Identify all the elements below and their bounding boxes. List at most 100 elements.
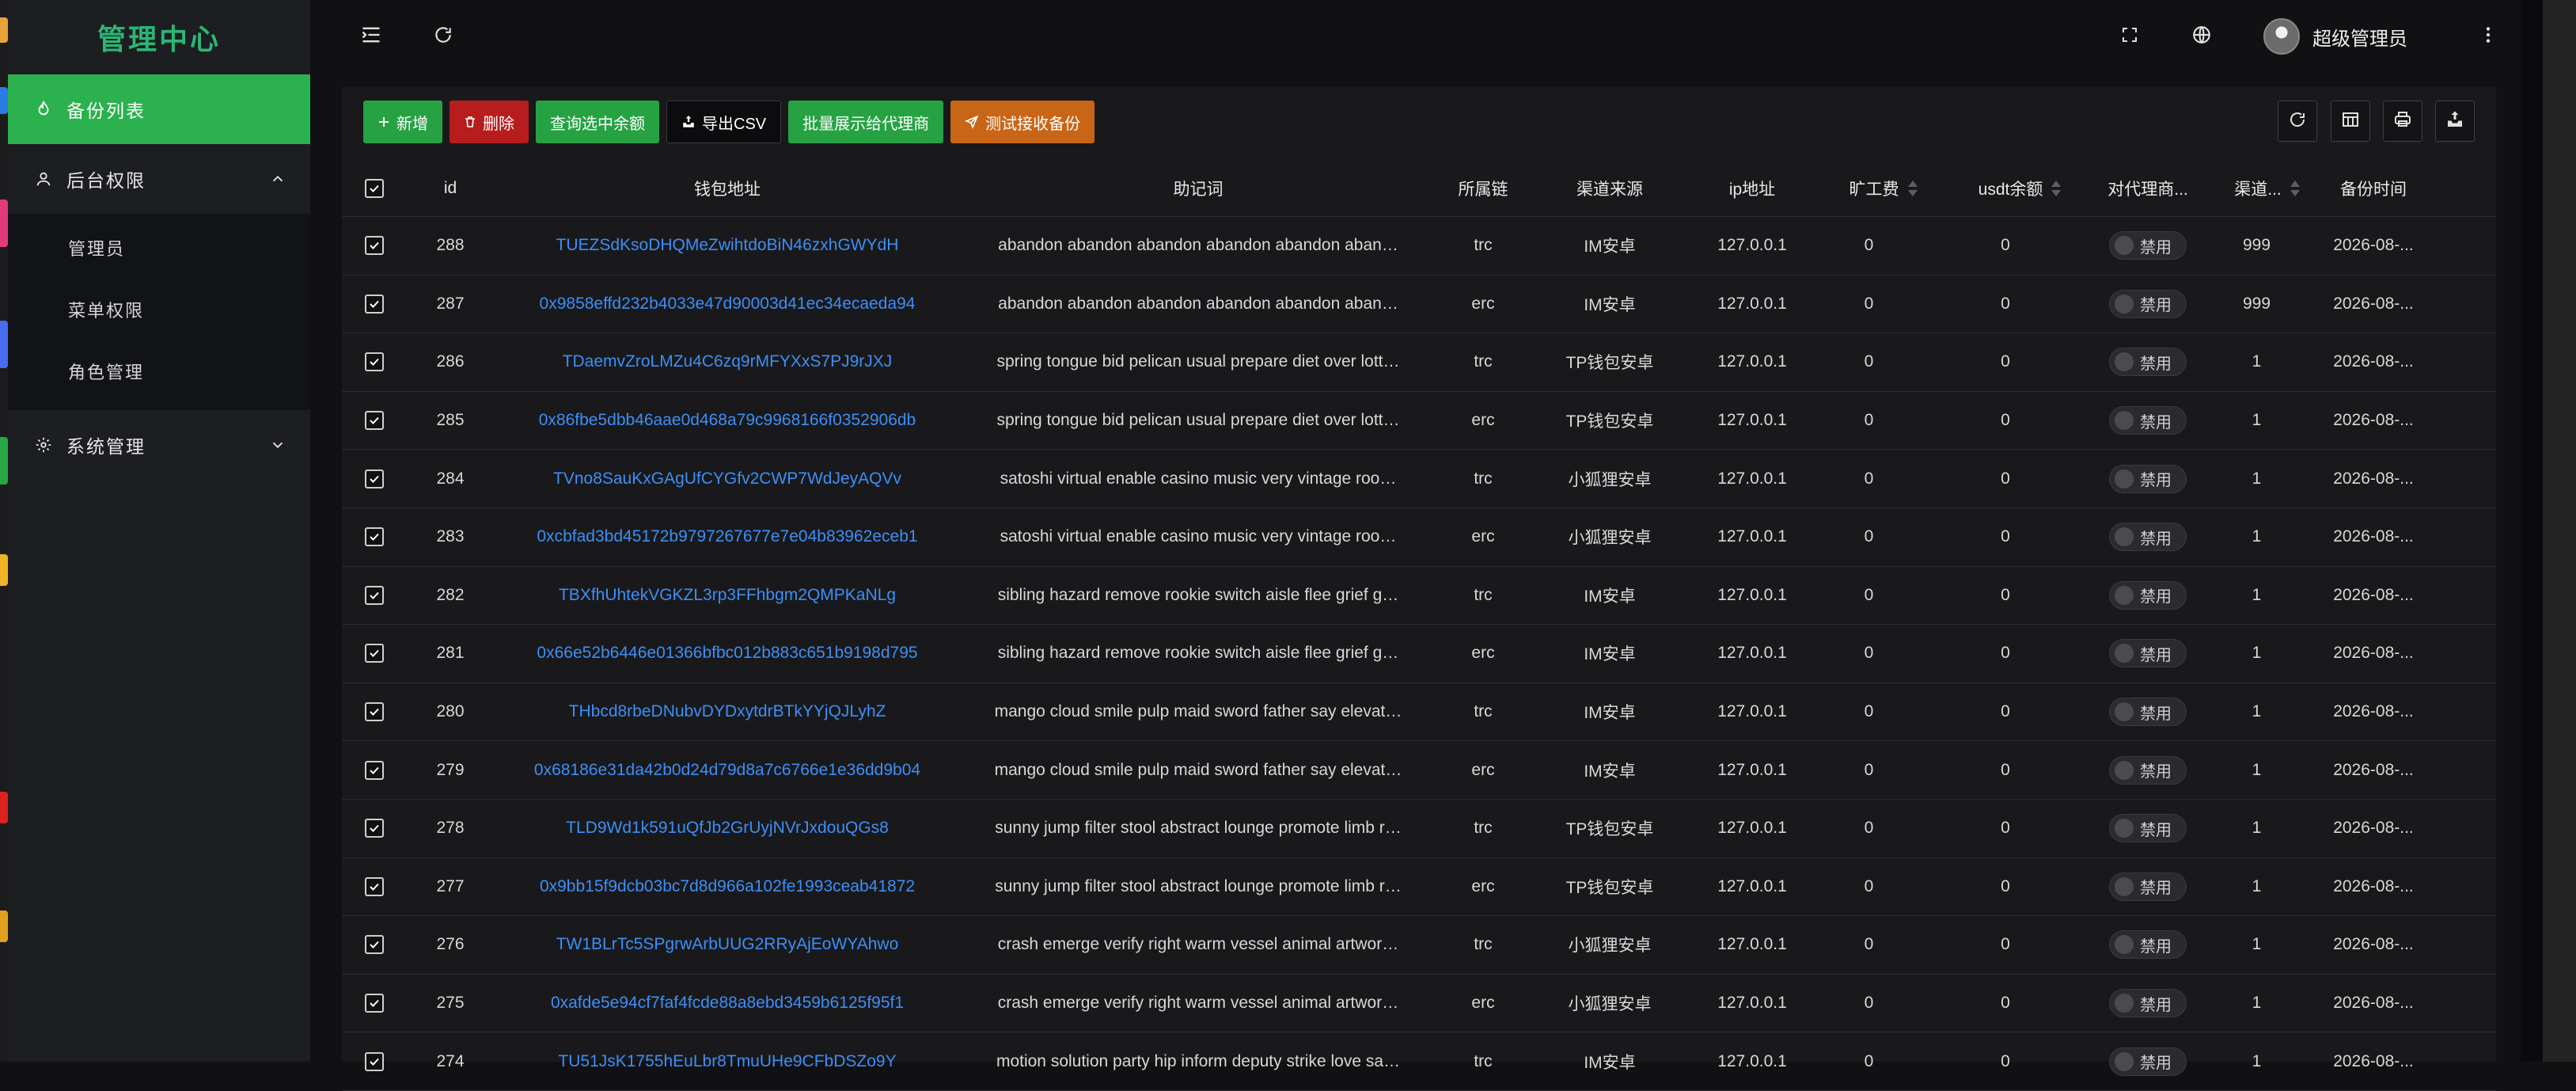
minimap-scrollbar[interactable] [2543, 0, 2576, 1062]
table-row[interactable]: 285 0x86fbe5dbb46aae0d468a79c9968166f035… [342, 392, 2496, 450]
table-refresh-button[interactable] [2278, 101, 2317, 142]
table-row[interactable]: 282 TBXfhUhtekVGKZL3rp3FFhbgm2QMPKaNLg s… [342, 567, 2496, 625]
row-checkbox[interactable] [365, 876, 384, 896]
sort-icon[interactable] [2051, 179, 2062, 198]
cell-source: IM安卓 [1584, 762, 1636, 781]
username[interactable]: 超级管理员 [2312, 23, 2407, 51]
globe-icon[interactable] [2188, 21, 2215, 48]
agent-display-toggle[interactable]: 禁用 [2109, 698, 2187, 727]
table-row[interactable]: 278 TLD9Wd1k591uQfJb2GrUyjNVrJxdouQGs8 s… [342, 800, 2496, 858]
cell-wallet-address[interactable]: 0x9858effd232b4033e47d90003d41ec34ecaeda… [494, 276, 961, 333]
sidebar-item-system-management[interactable]: 系统管理 [8, 410, 310, 480]
columns-button[interactable] [2331, 101, 2370, 142]
column-header-fee[interactable]: 旷工费 [1815, 160, 1950, 216]
cell-mnemonic: sunny jump filter stool abstract lounge … [995, 819, 1402, 838]
menu-fold-icon[interactable] [358, 21, 385, 48]
print-button[interactable] [2383, 101, 2422, 142]
cell-wallet-address[interactable]: TDaemvZroLMZu4C6zq9rMFYXxS7PJ9rJXJ [494, 333, 961, 391]
cell-wallet-address[interactable]: TBXfhUhtekVGKZL3rp3FFhbgm2QMPKaNLg [494, 567, 961, 625]
cell-wallet-address[interactable]: TVno8SauKxGAgUfCYGfv2CWP7WdJeyAQVv [494, 450, 961, 507]
agent-display-toggle[interactable]: 禁用 [2109, 231, 2187, 260]
row-checkbox[interactable] [365, 236, 384, 256]
agent-display-toggle[interactable]: 禁用 [2109, 872, 2187, 901]
agent-display-toggle[interactable]: 禁用 [2109, 580, 2187, 610]
cell-wallet-address[interactable]: 0x68186e31da42b0d24d79d8a7c6766e1e36dd9b… [494, 741, 961, 799]
table-row[interactable]: 287 0x9858effd232b4033e47d90003d41ec34ec… [342, 276, 2496, 334]
batch-show-agent-button[interactable]: 批量展示给代理商 [788, 101, 944, 143]
row-checkbox[interactable] [365, 352, 384, 372]
column-header-chain[interactable]: 所属链 [1436, 160, 1531, 216]
row-checkbox[interactable] [365, 819, 384, 838]
test-receive-backup-button[interactable]: 测试接收备份 [950, 101, 1095, 143]
export-csv-button[interactable]: 导出CSV [666, 101, 782, 143]
agent-display-toggle[interactable]: 禁用 [2109, 755, 2187, 785]
table-row[interactable]: 286 TDaemvZroLMZu4C6zq9rMFYXxS7PJ9rJXJ s… [342, 333, 2496, 392]
row-checkbox[interactable] [365, 294, 384, 314]
table-row[interactable]: 281 0x66e52b6446e01366bfbc012b883c651b91… [342, 625, 2496, 683]
export-button[interactable] [2435, 101, 2475, 142]
row-checkbox[interactable] [365, 644, 384, 663]
row-checkbox[interactable] [365, 469, 384, 488]
delete-button[interactable]: 删除 [450, 101, 529, 143]
agent-display-toggle[interactable]: 禁用 [2109, 639, 2187, 668]
sidebar-item-menu-permissions[interactable]: 菜单权限 [8, 279, 310, 340]
agent-display-toggle[interactable]: 禁用 [2109, 814, 2187, 843]
column-header-usdt[interactable]: usdt余额 [1950, 160, 2088, 216]
row-checkbox[interactable] [365, 760, 384, 780]
sidebar-item-backup-list[interactable]: 备份列表 [8, 74, 310, 144]
row-checkbox[interactable] [365, 935, 384, 955]
fullscreen-icon[interactable] [2116, 21, 2143, 48]
column-header-mnemonic[interactable]: 助记词 [961, 160, 1436, 216]
column-header-source[interactable]: 渠道来源 [1531, 160, 1689, 216]
column-header-agent-display[interactable]: 对代理商... [2088, 160, 2207, 216]
agent-display-toggle[interactable]: 禁用 [2109, 523, 2187, 552]
row-checkbox[interactable] [365, 702, 384, 722]
refresh-icon[interactable] [430, 21, 457, 48]
cell-wallet-address[interactable]: 0x66e52b6446e01366bfbc012b883c651b9198d7… [494, 625, 961, 682]
table-row[interactable]: 280 THbcd8rbeDNubvDYDxytdrBTkYYjQJLyhZ m… [342, 683, 2496, 742]
top-header: 超级管理员 [310, 0, 2521, 71]
row-checkbox[interactable] [365, 411, 384, 431]
table-row[interactable]: 288 TUEZSdKsoDHQMeZwihtdoBiN46zxhGWYdH a… [342, 217, 2496, 276]
row-checkbox[interactable] [365, 585, 384, 605]
agent-display-toggle[interactable]: 禁用 [2109, 406, 2187, 435]
row-checkbox[interactable] [365, 994, 384, 1013]
cell-wallet-address[interactable]: 0xcbfad3bd45172b9797267677e7e04b83962ece… [494, 508, 961, 566]
agent-display-toggle[interactable]: 禁用 [2109, 930, 2187, 960]
sidebar-item-role-management[interactable]: 角色管理 [8, 340, 310, 402]
table-row[interactable]: 277 0x9bb15f9dcb03bc7d8d966a102fe1993cea… [342, 858, 2496, 917]
more-icon[interactable] [2475, 21, 2502, 48]
table-row[interactable]: 283 0xcbfad3bd45172b9797267677e7e04b8396… [342, 508, 2496, 567]
sidebar-item-admin-permissions[interactable]: 后台权限 [8, 144, 310, 214]
column-header-backup-time[interactable]: 备份时间 [2326, 160, 2421, 216]
cell-wallet-address[interactable]: 0x86fbe5dbb46aae0d468a79c9968166f0352906… [494, 392, 961, 450]
table-row[interactable]: 279 0x68186e31da42b0d24d79d8a7c6766e1e36… [342, 741, 2496, 800]
cell-wallet-address[interactable]: THbcd8rbeDNubvDYDxytdrBTkYYjQJLyhZ [494, 683, 961, 741]
sort-icon[interactable] [1907, 179, 1918, 198]
table-row[interactable]: 274 TU51JsK1755hEuLbr8TmuUHe9CFbDSZo9Y m… [342, 1032, 2496, 1091]
agent-display-toggle[interactable]: 禁用 [2109, 289, 2187, 318]
sidebar-item-administrators[interactable]: 管理员 [8, 217, 310, 279]
cell-wallet-address[interactable]: TLD9Wd1k591uQfJb2GrUyjNVrJxdouQGs8 [494, 800, 961, 857]
agent-display-toggle[interactable]: 禁用 [2109, 348, 2187, 377]
add-button[interactable]: 新增 [363, 101, 442, 143]
cell-wallet-address[interactable]: 0xafde5e94cf7faf4fcde88a8ebd3459b6125f95… [494, 975, 961, 1032]
cell-wallet-address[interactable]: TW1BLrTc5SPgrwArbUUG2RRyAjEoWYAhwo [494, 916, 961, 974]
avatar[interactable] [2263, 18, 2300, 55]
agent-display-toggle[interactable]: 禁用 [2109, 464, 2187, 493]
column-header-ip[interactable]: ip地址 [1689, 160, 1815, 216]
cell-channel: 999 [2242, 236, 2271, 255]
table-row[interactable]: 275 0xafde5e94cf7faf4fcde88a8ebd3459b612… [342, 975, 2496, 1033]
cell-wallet-address[interactable]: 0x9bb15f9dcb03bc7d8d966a102fe1993ceab418… [494, 858, 961, 916]
query-balance-button[interactable]: 查询选中余额 [536, 101, 659, 143]
agent-display-toggle[interactable]: 禁用 [2109, 989, 2187, 1018]
cell-wallet-address[interactable]: TUEZSdKsoDHQMeZwihtdoBiN46zxhGWYdH [494, 217, 961, 275]
table-row[interactable]: 276 TW1BLrTc5SPgrwArbUUG2RRyAjEoWYAhwo c… [342, 916, 2496, 975]
sort-icon[interactable] [2290, 179, 2300, 198]
column-header-channel[interactable]: 渠道... [2207, 160, 2326, 216]
table-row[interactable]: 284 TVno8SauKxGAgUfCYGfv2CWP7WdJeyAQVv s… [342, 450, 2496, 508]
select-all-checkbox[interactable] [365, 178, 384, 198]
column-header-address[interactable]: 钱包地址 [494, 160, 961, 216]
column-header-id[interactable]: id [407, 160, 494, 216]
row-checkbox[interactable] [365, 527, 384, 547]
